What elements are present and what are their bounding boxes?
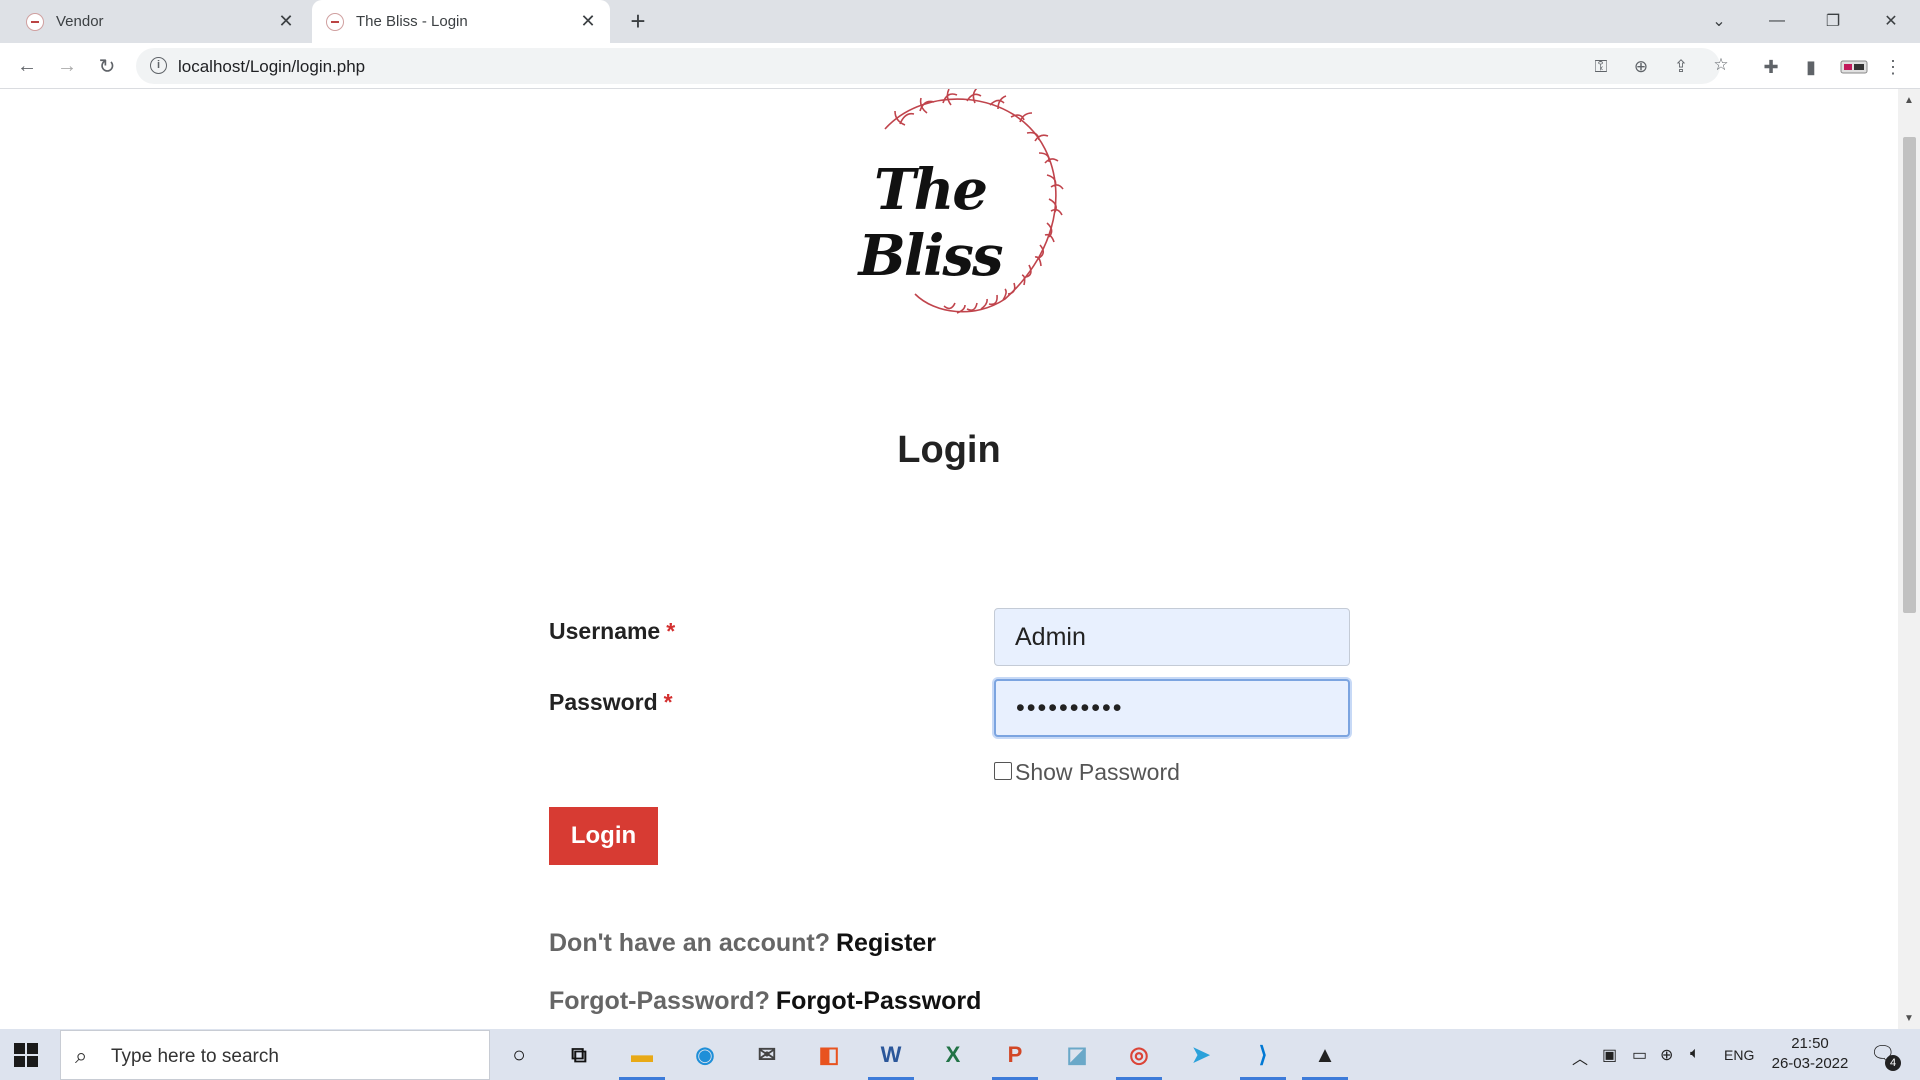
username-input[interactable] — [994, 608, 1350, 666]
required-mark: * — [663, 689, 673, 715]
forgot-password-prompt: Forgot-Password? — [549, 987, 770, 1015]
tab-title: Vendor — [56, 13, 104, 30]
clock-time: 21:50 — [1791, 1035, 1829, 1052]
telegram-icon[interactable]: ➤ — [1180, 1035, 1222, 1075]
clock-date: 26-03-2022 — [1771, 1055, 1849, 1072]
chrome-menu-icon[interactable]: ⋮ — [1882, 56, 1904, 78]
the-bliss-logo: The Bliss — [815, 89, 1075, 319]
meet-now-icon[interactable]: ▣ — [1602, 1045, 1617, 1065]
language-indicator[interactable]: ENG — [1724, 1047, 1754, 1063]
tab-the-bliss-login[interactable]: The Bliss - Login ✕ — [312, 0, 610, 43]
edge-browser-icon[interactable]: ◉ — [684, 1035, 726, 1075]
zoom-icon[interactable]: ⊕ — [1630, 56, 1652, 78]
file-explorer-icon[interactable]: ▬ — [619, 1035, 665, 1080]
task-view-icon[interactable]: ⧉ — [558, 1035, 600, 1075]
close-tab-icon[interactable]: ✕ — [576, 10, 600, 34]
forward-arrow-icon[interactable]: → — [52, 51, 82, 81]
taskbar-search-box[interactable]: ⌕ Type here to search — [60, 1030, 490, 1080]
restore-button[interactable]: ❐ — [1808, 4, 1858, 38]
url-text[interactable]: localhost/Login/login.php — [178, 57, 365, 77]
powerpoint-icon[interactable]: P — [992, 1035, 1038, 1080]
close-window-button[interactable]: ✕ — [1866, 4, 1916, 38]
forgot-password-link[interactable]: Forgot-Password — [776, 987, 982, 1015]
windows-start-icon[interactable] — [14, 1043, 38, 1067]
password-input[interactable] — [994, 679, 1350, 737]
password-label-text: Password — [549, 689, 658, 715]
logo-text: The Bliss — [858, 157, 1004, 289]
show-hidden-icons-chevron-icon[interactable]: ︿ — [1572, 1045, 1588, 1069]
scrollbar-thumb[interactable] — [1903, 137, 1916, 613]
notes-app-icon[interactable]: ◪ — [1056, 1035, 1098, 1075]
required-mark: * — [666, 618, 676, 644]
search-placeholder: Type here to search — [111, 1046, 279, 1067]
office-icon[interactable]: ◧ — [808, 1035, 850, 1075]
back-arrow-icon[interactable]: ← — [12, 51, 42, 81]
volume-icon[interactable]: 🔈︎ — [1690, 1045, 1700, 1063]
browser-toolbar: ← → ↻ i localhost/Login/login.php ⚿ ⊕ ⇪ … — [0, 43, 1920, 89]
scroll-up-arrow-icon[interactable]: ▲ — [1904, 95, 1914, 106]
minimize-button[interactable]: — — [1752, 4, 1802, 38]
extensions-puzzle-icon[interactable]: ✚ — [1760, 56, 1782, 78]
show-password-label[interactable]: Show Password — [1015, 759, 1180, 786]
forgot-password-row: Forgot-Password? Forgot-Password — [549, 987, 981, 1016]
site-favicon-icon — [326, 12, 344, 31]
browser-tab-strip: Vendor ✕ The Bliss - Login ✕ + ⌄ — ❐ ✕ — [0, 0, 1920, 43]
tab-search-chevron-icon[interactable]: ⌄ — [1694, 4, 1744, 38]
new-tab-button[interactable]: + — [624, 8, 652, 36]
password-label: Password * — [549, 689, 673, 716]
key-icon[interactable]: ⚿ — [1590, 56, 1612, 78]
cortana-icon[interactable]: ○ — [498, 1035, 540, 1075]
bookmark-star-icon[interactable]: ☆ — [1710, 54, 1732, 76]
side-panel-icon[interactable]: ▮ — [1800, 56, 1822, 78]
share-icon[interactable]: ⇪ — [1670, 56, 1692, 78]
search-icon: ⌕ — [75, 1043, 88, 1068]
login-button[interactable]: Login — [549, 807, 658, 865]
taskbar-clock[interactable]: 21:50 26-03-2022 — [1765, 1034, 1855, 1074]
reload-icon[interactable]: ↻ — [92, 51, 122, 81]
register-prompt: Don't have an account? — [549, 929, 830, 957]
photos-icon[interactable]: ▲ — [1302, 1035, 1348, 1080]
page-title: Login — [897, 429, 1001, 471]
network-globe-icon[interactable]: ⊕ — [1660, 1045, 1673, 1065]
chrome-icon[interactable]: ◎ — [1116, 1035, 1162, 1080]
register-row: Don't have an account? Register — [549, 929, 936, 958]
word-icon[interactable]: W — [868, 1035, 914, 1080]
address-bar[interactable]: i localhost/Login/login.php ⚿ ⊕ ⇪ ☆ — [136, 48, 1729, 84]
tab-title: The Bliss - Login — [356, 13, 468, 30]
close-tab-icon[interactable]: ✕ — [274, 10, 298, 34]
username-label-text: Username — [549, 618, 661, 644]
windows-taskbar: ⌕ Type here to search ○ ⧉ ▬ ◉ ✉ ◧ W X P … — [0, 1029, 1920, 1080]
notification-count-badge: 4 — [1885, 1055, 1901, 1071]
show-password-checkbox[interactable] — [994, 762, 1012, 780]
battery-icon[interactable]: ▭ — [1632, 1045, 1647, 1065]
profile-avatar-icon[interactable] — [1840, 56, 1868, 78]
register-link[interactable]: Register — [836, 929, 936, 957]
vscode-icon[interactable]: ⟩ — [1240, 1035, 1286, 1080]
excel-icon[interactable]: X — [932, 1035, 974, 1075]
site-info-icon[interactable]: i — [150, 57, 167, 74]
scroll-down-arrow-icon[interactable]: ▼ — [1904, 1013, 1914, 1024]
mail-icon[interactable]: ✉ — [746, 1035, 788, 1075]
username-label: Username * — [549, 618, 675, 645]
tab-vendor[interactable]: Vendor ✕ — [12, 0, 308, 43]
site-favicon-icon — [26, 12, 44, 31]
page-scrollbar[interactable]: ▲ ▼ — [1898, 89, 1920, 1029]
login-page: The Bliss Login Username* Password* Show… — [0, 89, 1898, 1029]
